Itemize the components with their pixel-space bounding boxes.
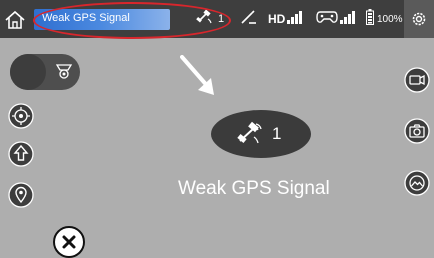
drone-signal-indicator — [240, 9, 258, 29]
home-icon[interactable] — [3, 8, 27, 32]
orbit-button[interactable] — [8, 103, 34, 134]
battery-icon — [366, 8, 374, 30]
satellite-icon — [236, 121, 264, 152]
take-photo-button[interactable] — [404, 118, 430, 149]
top-status-bar: Weak GPS Signal 1 HD 100% — [0, 0, 434, 39]
signal-bars-icon — [340, 10, 356, 29]
annotation-arrow — [180, 55, 220, 104]
record-video-button[interactable] — [404, 67, 430, 98]
location-button[interactable] — [8, 182, 34, 213]
battery-percent: 100% — [377, 13, 403, 25]
gallery-icon — [404, 170, 430, 196]
toggle-knob[interactable] — [10, 54, 46, 90]
alert-highlight-ring — [33, 2, 231, 39]
photo-camera-icon — [404, 118, 430, 144]
gps-warning-label: Weak GPS Signal — [178, 178, 330, 199]
hd-video-signal: HD — [268, 9, 303, 29]
settings-button[interactable] — [404, 0, 434, 38]
close-button[interactable] — [53, 226, 85, 258]
orbit-icon — [8, 103, 34, 129]
gallery-button[interactable] — [404, 170, 430, 201]
gear-icon — [412, 12, 426, 26]
camera-mode-toggle[interactable] — [10, 54, 80, 90]
battery-status: 100% — [366, 8, 403, 30]
controller-signal — [316, 9, 356, 29]
camera-mode-icon — [55, 63, 73, 86]
video-record-icon — [404, 67, 430, 93]
popup-satellite-count: 1 — [272, 124, 282, 143]
location-icon — [8, 182, 34, 208]
hd-label: HD — [268, 12, 286, 26]
takeoff-icon — [8, 141, 34, 167]
takeoff-button[interactable] — [8, 140, 34, 173]
controller-icon — [316, 9, 338, 30]
signal-bars-icon — [287, 10, 303, 29]
drone-signal-icon — [240, 9, 258, 30]
